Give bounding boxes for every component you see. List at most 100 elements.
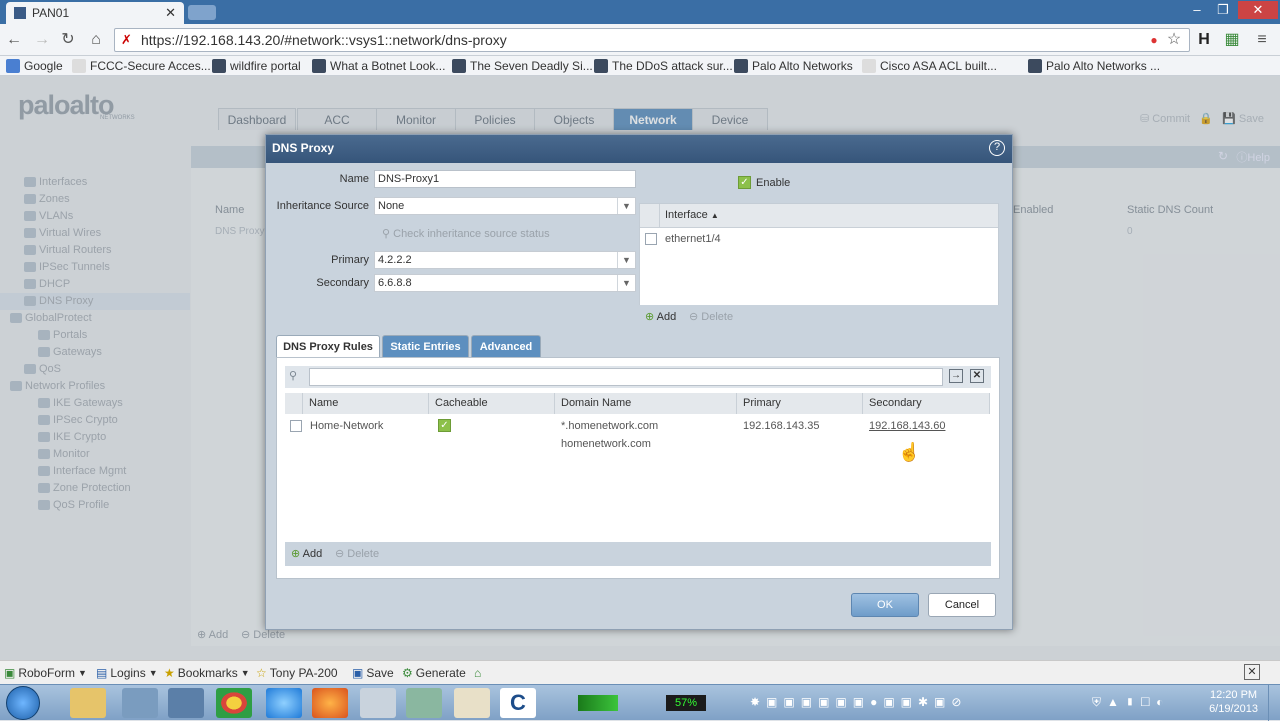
bookmark-fccc[interactable]: FCCC-Secure Acces... [72, 58, 211, 74]
windows-taskbar: C 57% ✸▣▣▣▣▣▣●▣▣✱▣⊘ ⛨▲▮☐◐ 12:20 PM 6/19/… [0, 684, 1280, 721]
add-icon: ⊕ [645, 311, 655, 323]
check-inheritance-link[interactable]: ⚲ Check inheritance source status [382, 227, 550, 240]
roboform-close-icon[interactable]: ✕ [1244, 664, 1260, 680]
tab-advanced[interactable]: Advanced [471, 335, 541, 357]
primary-dns-select[interactable]: 4.2.2.2 ▼ [374, 251, 636, 269]
name-input[interactable]: DNS-Proxy1 [374, 170, 636, 188]
bookmark-google[interactable]: Google [6, 58, 63, 74]
logins-menu[interactable]: ▤ Logins ▼ [96, 665, 158, 681]
reload-icon[interactable]: ↻ [58, 30, 78, 50]
bookmarks-menu[interactable]: ★ Bookmarks ▼ [164, 665, 250, 681]
tab-dns-proxy-rules[interactable]: DNS Proxy Rules [276, 335, 380, 357]
enable-label: Enable [756, 177, 791, 189]
bookmark-paloalto[interactable]: Palo Alto Networks [734, 58, 853, 74]
show-desktop-button[interactable] [1268, 685, 1280, 721]
start-button[interactable] [6, 686, 40, 720]
adblock-icon[interactable]: ● [1144, 30, 1164, 50]
home-icon[interactable]: ⌂ [86, 30, 106, 50]
chrome-icon[interactable] [216, 688, 252, 718]
roboform-home-icon[interactable]: ⌂ [474, 665, 481, 681]
url-text: https://192.168.143.20/#network::vsys1::… [141, 32, 507, 48]
system-tray-icons[interactable]: ⛨▲▮☐◐ [1092, 695, 1169, 710]
enable-checkbox[interactable]: ✓ [738, 176, 751, 189]
forward-icon[interactable]: → [32, 30, 52, 50]
battery-indicator[interactable]: 57% [666, 695, 706, 711]
roboform-save[interactable]: ▣ Save [352, 665, 394, 681]
bookmark-wildfire[interactable]: wildfire portal [212, 58, 301, 74]
bookmark-label: What a Botnet Look... [330, 59, 446, 73]
explorer-icon[interactable] [70, 688, 106, 718]
apply-filter-icon[interactable]: → [949, 369, 963, 383]
network-app-icon[interactable] [122, 688, 158, 718]
roboform-generate[interactable]: ⚙ Generate [402, 665, 466, 681]
rules-delete-button[interactable]: ⊖ Delete [335, 547, 379, 560]
new-tab-button[interactable] [188, 5, 216, 20]
window-close-icon[interactable]: ✕ [1238, 1, 1278, 19]
help-icon[interactable]: ? [989, 140, 1005, 156]
dialog-title-text: DNS Proxy [272, 141, 335, 155]
interface-row-checkbox[interactable] [645, 233, 657, 245]
dialog-title: DNS Proxy [266, 135, 1012, 163]
inheritance-source-select[interactable]: None ▼ [374, 197, 636, 215]
inheritance-source-label: Inheritance Source [276, 200, 369, 212]
tony-pa200-item[interactable]: ☆ Tony PA-200 [256, 665, 338, 681]
interface-add-button[interactable]: ⊕ Add [645, 310, 676, 323]
rule-row-checkbox[interactable] [290, 420, 302, 432]
tab-close-icon[interactable]: ✕ [165, 5, 176, 21]
ok-button[interactable]: OK [851, 593, 919, 617]
tools-icon[interactable] [360, 688, 396, 718]
secondary-value: 6.6.8.8 [378, 277, 412, 289]
star-icon[interactable]: ☆ [1164, 30, 1184, 50]
ie-icon[interactable] [266, 688, 302, 718]
rule-secondary[interactable]: 192.168.143.60 [869, 420, 945, 432]
inheritance-value: None [378, 200, 405, 212]
remote-desktop-icon[interactable] [168, 688, 204, 718]
delete-icon: ⊖ [689, 311, 699, 323]
rules-header-primary[interactable]: Primary [737, 393, 863, 414]
tray-icons[interactable]: ✸▣▣▣▣▣▣●▣▣✱▣⊘ [750, 695, 1090, 711]
browser-tab[interactable]: PAN01 ✕ [6, 2, 184, 24]
extension-icon[interactable]: ▦ [1222, 30, 1242, 50]
roboform-menu[interactable]: ▣ RoboForm ▼ [4, 665, 87, 681]
interface-row-ethernet[interactable]: ethernet1/4 [665, 233, 721, 245]
secondary-dns-select[interactable]: 6.6.8.8 ▼ [374, 274, 636, 292]
rules-header-secondary[interactable]: Secondary [863, 393, 990, 414]
rules-search-input[interactable] [309, 368, 943, 386]
clear-filter-icon[interactable]: ✕ [970, 369, 984, 383]
favicon-icon [14, 7, 26, 19]
extension-h-icon[interactable]: H [1194, 30, 1214, 50]
firefox-icon[interactable] [312, 688, 348, 718]
rules-header-name[interactable]: Name [303, 393, 429, 414]
bookmark-seven-deadly[interactable]: The Seven Deadly Si... [452, 58, 593, 74]
bookmarks-bar: Google FCCC-Secure Acces... wildfire por… [0, 56, 1280, 76]
minimize-icon[interactable]: – [1184, 1, 1210, 19]
tab-static-entries[interactable]: Static Entries [382, 335, 469, 357]
rules-add-button[interactable]: ⊕ Add [291, 547, 322, 560]
header-select-cell [640, 204, 660, 227]
rule-name[interactable]: Home-Network [310, 420, 383, 432]
primary-value: 4.2.2.2 [378, 254, 412, 266]
star-icon: ☆ [256, 666, 267, 680]
bookmark-cisco-asa[interactable]: Cisco ASA ACL built... [862, 58, 997, 74]
logins-icon: ▤ [96, 666, 108, 680]
save-label: Save [366, 666, 394, 680]
menu-icon[interactable]: ≡ [1252, 30, 1272, 50]
c-app-icon[interactable]: C [500, 688, 536, 718]
cancel-button[interactable]: Cancel [928, 593, 996, 617]
interface-column-header[interactable]: Interface ▲ [665, 209, 719, 221]
rules-header-domain[interactable]: Domain Name [555, 393, 737, 414]
bookmark-botnet[interactable]: What a Botnet Look... [312, 58, 445, 74]
bookmark-ddos[interactable]: The DDoS attack sur... [594, 58, 733, 74]
wireshark-icon[interactable] [454, 688, 490, 718]
address-bar[interactable]: ✗ https://192.168.143.20/#network::vsys1… [114, 28, 1190, 52]
bookmark-paloalto-2[interactable]: Palo Alto Networks ... [1028, 58, 1160, 74]
rule-row[interactable]: Home-Network ✓ *.homenetwork.com homenet… [285, 414, 990, 454]
back-icon[interactable]: ← [4, 30, 24, 50]
interface-delete-button[interactable]: ⊖ Delete [689, 310, 733, 323]
paloalto-icon [734, 59, 748, 73]
bookmark-label: wildfire portal [230, 59, 301, 73]
restore-icon[interactable]: ❐ [1210, 1, 1236, 19]
rules-header-cacheable[interactable]: Cacheable [429, 393, 555, 414]
editor-icon[interactable] [406, 688, 442, 718]
clock[interactable]: 12:20 PM 6/19/2013 [1209, 688, 1258, 716]
